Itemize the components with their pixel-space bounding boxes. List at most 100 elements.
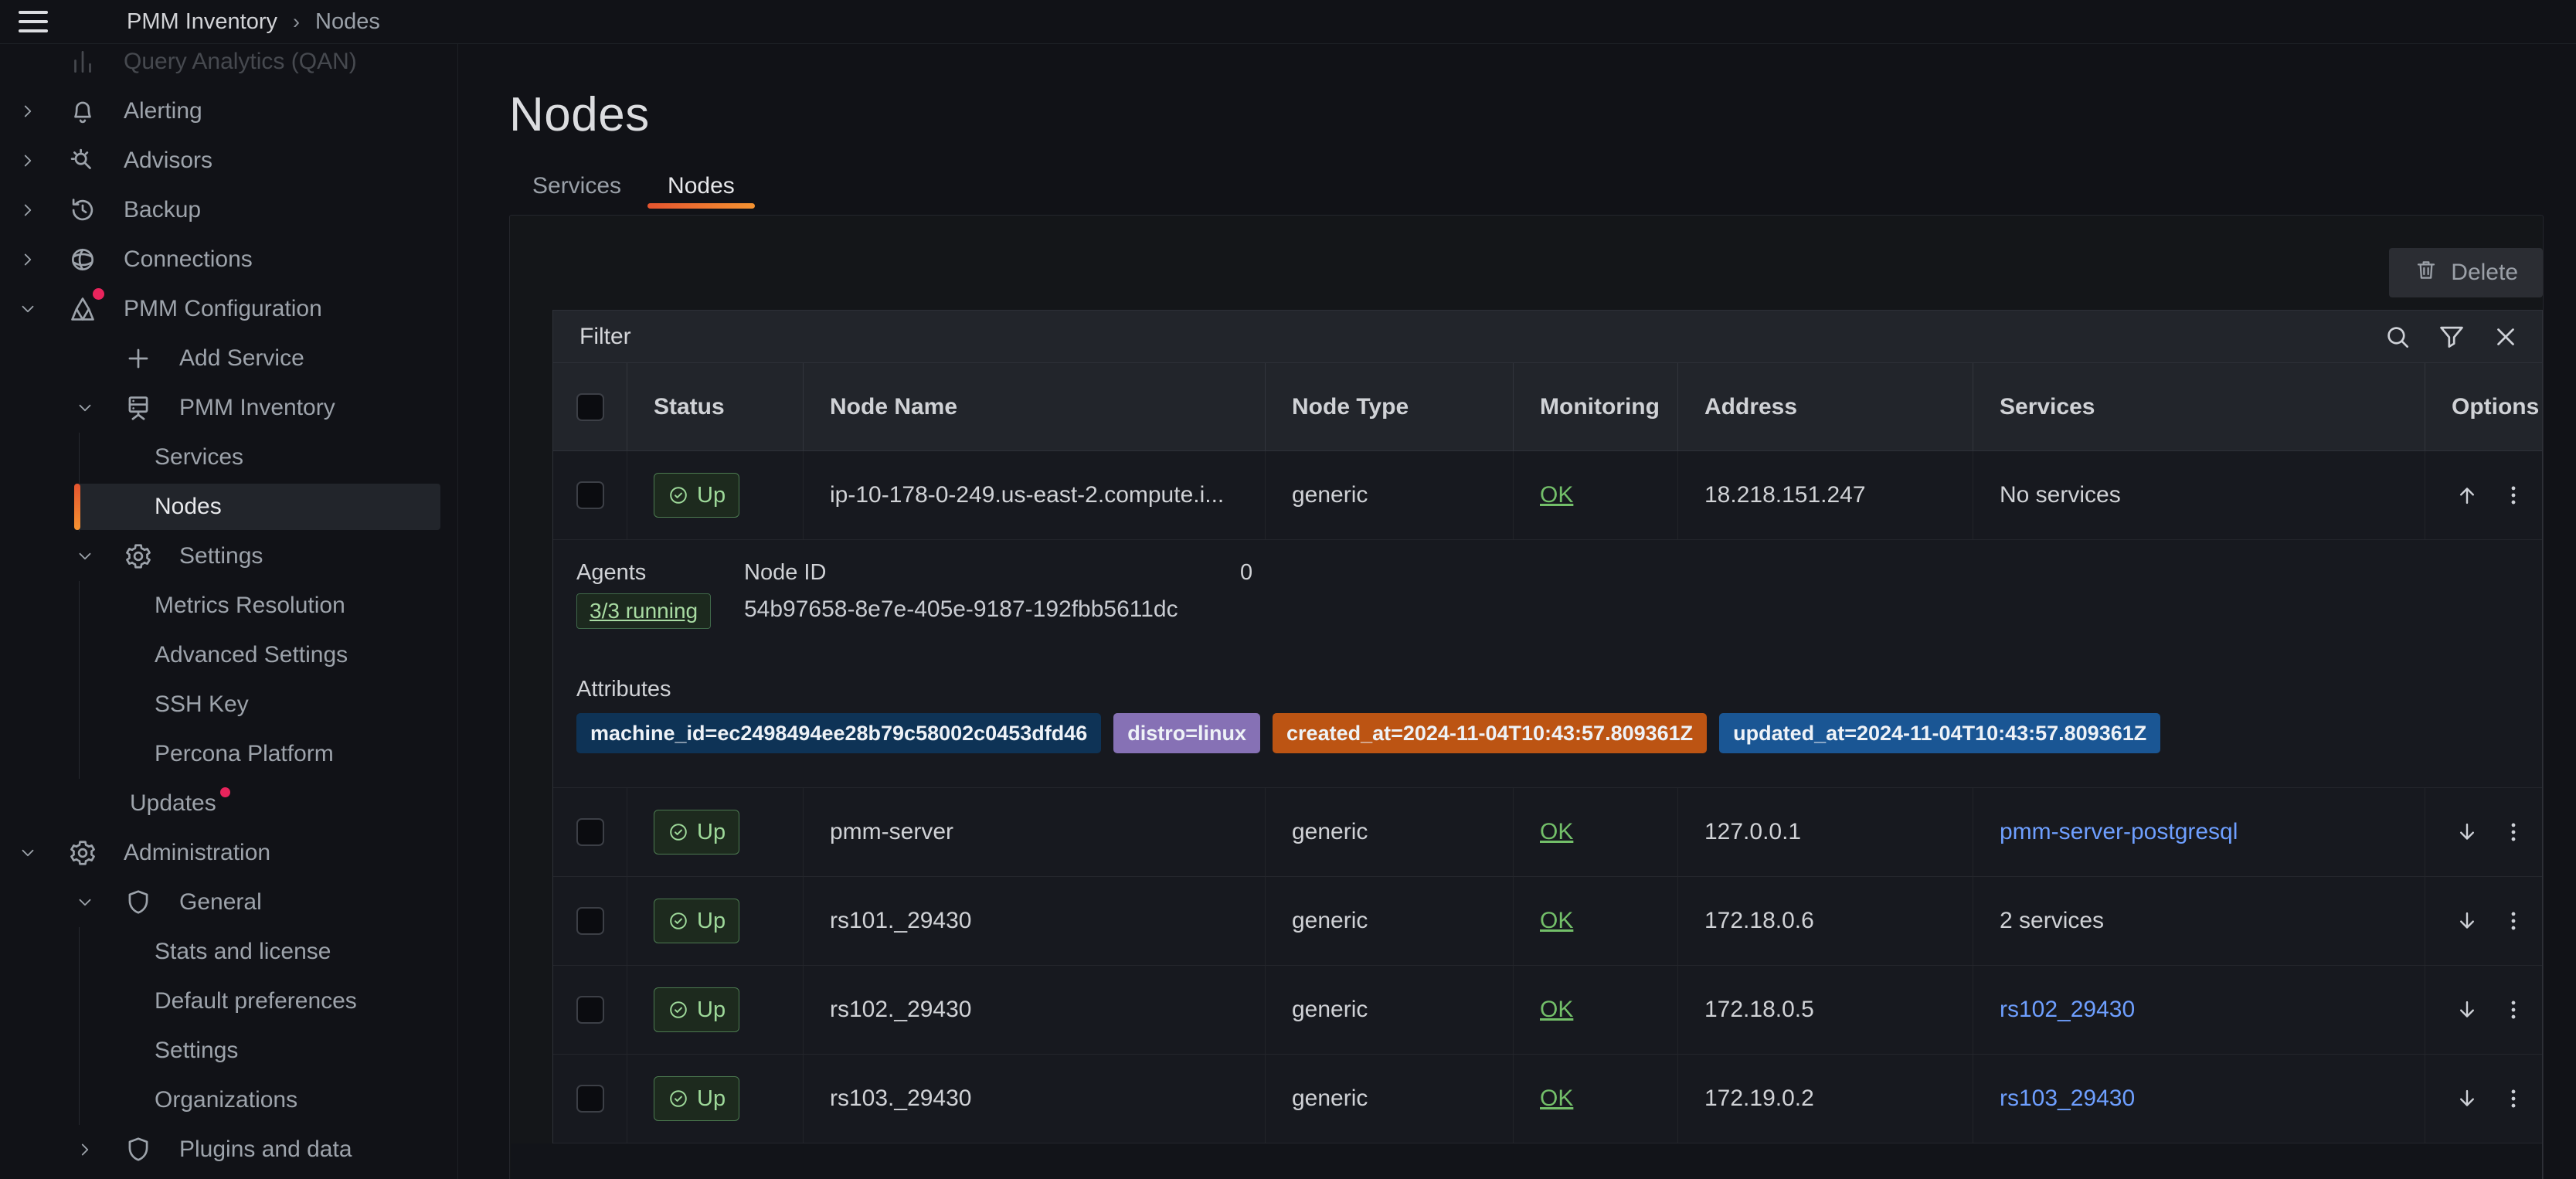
- cell-checkbox: [553, 966, 627, 1054]
- row-checkbox[interactable]: [576, 1085, 604, 1113]
- indent-guide: [79, 927, 80, 977]
- sidebar-item-services[interactable]: Services: [0, 433, 457, 482]
- sidebar-item-nodes[interactable]: Nodes: [0, 482, 457, 532]
- cell-node-name: pmm-server: [804, 788, 1266, 876]
- cell-options: [2425, 966, 2547, 1054]
- agents-section: Agents 3/3 running: [576, 560, 744, 629]
- sidebar-item-backup[interactable]: Backup: [0, 185, 457, 235]
- arrow-up-icon[interactable]: [2454, 482, 2480, 508]
- attribute-badge: distro=linux: [1113, 713, 1260, 753]
- chevron-down-slot: [11, 299, 45, 319]
- header-cell-options: Options: [2425, 363, 2547, 450]
- status-badge-label: Up: [697, 483, 726, 508]
- close-icon[interactable]: [2491, 322, 2520, 352]
- sidebar-item-advisors[interactable]: Advisors: [0, 136, 457, 185]
- sidebar-item-connections[interactable]: Connections: [0, 235, 457, 284]
- sidebar-item-pmm-configuration[interactable]: PMM Configuration: [0, 284, 457, 334]
- nodes-panel: Delete Filter StatusNode NameNode TypeMo…: [509, 215, 2544, 1179]
- cell-status: Up: [627, 788, 804, 876]
- table-row-rs102._29430: Uprs102._29430genericOK172.18.0.5rs102_2…: [553, 966, 2542, 1055]
- breadcrumb-pmm-inventory[interactable]: PMM Inventory: [127, 9, 277, 35]
- cell-node-type: generic: [1266, 966, 1514, 1054]
- sidebar-item-updates[interactable]: Updates: [0, 779, 457, 828]
- shield-icon: [124, 888, 153, 917]
- sidebar-item-label: Organizations: [155, 1087, 297, 1113]
- qan-icon: [68, 47, 97, 76]
- inventory-icon: [124, 393, 153, 423]
- header-cell-address: Address: [1678, 363, 1973, 450]
- sidebar-item-label: General: [179, 889, 262, 916]
- sidebar-item-settings[interactable]: Settings: [0, 532, 457, 581]
- row-checkbox[interactable]: [576, 818, 604, 846]
- select-all-checkbox[interactable]: [576, 393, 604, 421]
- chevron-right-icon: [18, 101, 38, 121]
- status-badge-up: Up: [654, 987, 739, 1032]
- sidebar-item-add-service[interactable]: Add Service: [0, 334, 457, 383]
- cell-services: rs103_29430: [1973, 1055, 2425, 1143]
- table-row-ip-10-178-0-249.us-east-2.compute.i...: Upip-10-178-0-249.us-east-2.compute.i...…: [553, 451, 2542, 540]
- sidebar-item-percona-platform[interactable]: Percona Platform: [0, 729, 457, 779]
- percona-icon: [68, 294, 97, 324]
- backup-icon: [68, 195, 97, 225]
- cell-node-type: generic: [1266, 877, 1514, 965]
- monitoring-ok-link[interactable]: OK: [1540, 997, 1573, 1023]
- row-checkbox[interactable]: [576, 481, 604, 509]
- sidebar-item-administration[interactable]: Administration: [0, 828, 457, 878]
- shield-icon: [124, 1135, 153, 1164]
- sidebar-item-stats-and-license[interactable]: Stats and license: [0, 927, 457, 977]
- search-icon[interactable]: [2383, 322, 2412, 352]
- agents-running-badge[interactable]: 3/3 running: [576, 593, 711, 629]
- sidebar-item-ssh-key[interactable]: SSH Key: [0, 680, 457, 729]
- check-circle-icon: [668, 999, 689, 1021]
- arrow-down-icon[interactable]: [2454, 819, 2480, 845]
- delete-button[interactable]: Delete: [2389, 248, 2543, 297]
- service-link[interactable]: pmm-server-postgresql: [2000, 819, 2238, 845]
- main-content: Nodes ServicesNodes Delete Filter Status…: [458, 44, 2576, 1179]
- sidebar-item-plugins-and-data[interactable]: Plugins and data: [0, 1125, 457, 1174]
- sidebar-item-default-preferences[interactable]: Default preferences: [0, 977, 457, 1026]
- header-cell-services: Services: [1973, 363, 2425, 450]
- sidebar-item-settings-general[interactable]: Settings: [0, 1026, 457, 1075]
- row-checkbox[interactable]: [576, 996, 604, 1024]
- menu-toggle-icon[interactable]: [19, 11, 48, 32]
- sidebar-item-advanced-settings[interactable]: Advanced Settings: [0, 630, 457, 680]
- filter-bar: Filter: [552, 310, 2543, 363]
- chevron-right-icon: [18, 250, 38, 270]
- sidebar-item-pmm-inventory[interactable]: PMM Inventory: [0, 383, 457, 433]
- row-checkbox[interactable]: [576, 907, 604, 935]
- arrow-down-icon[interactable]: [2454, 1086, 2480, 1112]
- monitoring-ok-link[interactable]: OK: [1540, 1086, 1573, 1112]
- funnel-icon[interactable]: [2437, 322, 2466, 352]
- notification-dot: [220, 787, 230, 797]
- panel-toolbar: Delete: [552, 216, 2543, 310]
- arrow-down-icon[interactable]: [2454, 908, 2480, 934]
- monitoring-ok-link[interactable]: OK: [1540, 819, 1573, 845]
- kebab-icon[interactable]: [2500, 997, 2527, 1023]
- attribute-badge: created_at=2024-11-04T10:43:57.809361Z: [1273, 713, 1707, 753]
- tab-nodes[interactable]: Nodes: [644, 168, 758, 209]
- kebab-icon[interactable]: [2500, 482, 2527, 508]
- sidebar-item-label: Backup: [124, 197, 201, 223]
- kebab-icon[interactable]: [2500, 1086, 2527, 1112]
- cell-node-type: generic: [1266, 451, 1514, 539]
- sidebar-item-label: Settings: [179, 543, 263, 569]
- indent-guide: [79, 581, 80, 630]
- sidebar-item-metrics-resolution[interactable]: Metrics Resolution: [0, 581, 457, 630]
- cell-monitoring: OK: [1514, 451, 1678, 539]
- monitoring-ok-link[interactable]: OK: [1540, 908, 1573, 934]
- sidebar-item-query-analytics[interactable]: Query Analytics (QAN): [0, 44, 457, 87]
- kebab-icon[interactable]: [2500, 908, 2527, 934]
- check-circle-icon: [668, 910, 689, 932]
- sidebar-item-alerting[interactable]: Alerting: [0, 87, 457, 136]
- chevron-right-slot: [68, 1140, 102, 1160]
- status-badge-label: Up: [697, 909, 726, 934]
- sidebar-item-general[interactable]: General: [0, 878, 457, 927]
- monitoring-ok-link[interactable]: OK: [1540, 482, 1573, 508]
- service-link[interactable]: rs103_29430: [2000, 1086, 2135, 1112]
- service-link[interactable]: rs102_29430: [2000, 997, 2135, 1023]
- arrow-down-icon[interactable]: [2454, 997, 2480, 1023]
- sidebar-item-organizations[interactable]: Organizations: [0, 1075, 457, 1125]
- tab-services[interactable]: Services: [509, 168, 644, 209]
- cell-node-name: rs101._29430: [804, 877, 1266, 965]
- kebab-icon[interactable]: [2500, 819, 2527, 845]
